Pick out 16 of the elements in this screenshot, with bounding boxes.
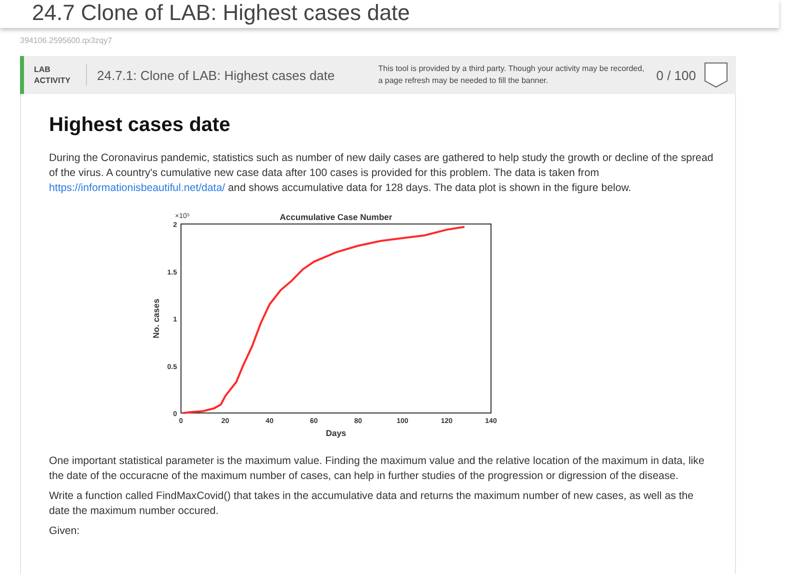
paragraph: During the Coronavirus pandemic, statistics such as number of new daily cases are gathered to help study the growth or decline of the spread of the virus. A country's cumulative new case data after 100 cases is provided for this problem. The data is taken from https://informationisbeautiful.net/data/ and shows accumulative data for 128 days. The data plot is shown in the figure below. <box>49 151 714 196</box>
y-axis-label: No. cases <box>151 298 161 338</box>
lab-tag: LAB ACTIVITY <box>34 64 87 86</box>
paragraph: Given: <box>49 524 81 539</box>
third-party-notice: This tool is provided by a third party. Though your activity may be recorded, a page refresh may be needed to fill the banner. <box>378 63 646 87</box>
data-link[interactable]: https://informationisbeautiful.net/data/ <box>49 182 226 194</box>
page-title: 24.7 Clone of LAB: Highest cases date <box>32 0 410 26</box>
score: 0 / 100 <box>656 68 696 82</box>
x-axis-label: Days <box>326 428 346 438</box>
paragraph: Write a function called FindMaxCovid() that takes in the accumulative data and returns the maximum number of new cases, as well as the date the maximum number occured. <box>49 489 695 519</box>
chart-title: Accumulative Case Number <box>280 212 392 222</box>
content-id: 394106.2595600.qx3zqy7 <box>20 36 112 45</box>
paragraph: One important statistical parameter is the maximum value. Finding the maximum value and the relative location of the maximum in data, like the date of the occuracne of the maximum number of cases, can help in further studies of the progression or digression of the disease. <box>49 454 706 484</box>
activity-title: 24.7.1: Clone of LAB: Highest cases date <box>97 68 336 82</box>
badge-icon <box>704 62 728 88</box>
section-heading: Highest cases date <box>49 114 232 137</box>
